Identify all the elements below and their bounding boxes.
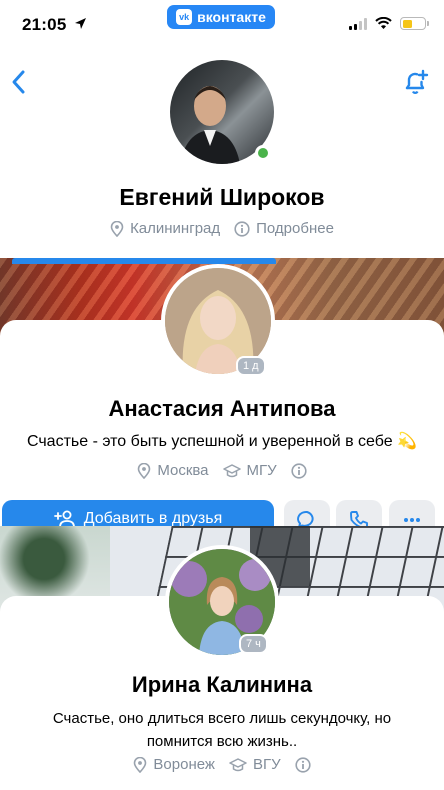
call-button[interactable]	[336, 500, 382, 526]
more-options-button[interactable]	[389, 500, 435, 526]
more-label: Подробнее	[256, 220, 334, 237]
battery-icon	[400, 17, 429, 30]
last-seen-badge: 1 д	[236, 356, 266, 376]
city-info: Калининград	[110, 220, 220, 237]
location-pin-icon	[110, 220, 124, 237]
hidden-primary-button-edge	[12, 258, 276, 264]
info-circle-icon	[234, 220, 250, 237]
more-dots-icon	[404, 518, 420, 522]
education-info: МГУ	[222, 462, 277, 479]
online-indicator	[255, 145, 271, 161]
last-seen-badge: 7 ч	[239, 634, 268, 654]
more-info-link[interactable]	[291, 462, 307, 479]
back-chevron-icon[interactable]	[8, 68, 30, 96]
city-label: Калининград	[130, 220, 221, 237]
location-pin-icon	[138, 462, 151, 479]
cellular-signal-icon	[349, 17, 367, 30]
university-label: МГУ	[246, 462, 277, 479]
graduation-cap-icon	[222, 463, 241, 477]
bell-plus-icon[interactable]	[402, 68, 430, 96]
status-bar: 21:05 vk вконтакте	[0, 0, 444, 48]
info-circle-icon	[294, 756, 311, 773]
message-bubble-icon	[297, 510, 314, 526]
profile-name: Евгений Широков	[119, 184, 325, 210]
city-info: Москва	[137, 462, 209, 479]
add-friend-label: Добавить в друзья	[83, 510, 223, 526]
profile-status: Счастье, оно длиться всего лишь секундоч…	[52, 710, 392, 750]
location-pin-icon	[134, 756, 147, 773]
city-label: Москва	[157, 462, 209, 479]
more-info-link[interactable]: Подробнее	[234, 220, 334, 237]
graduation-cap-icon	[229, 757, 247, 771]
wifi-icon	[375, 17, 392, 29]
city-label: Воронеж	[153, 756, 215, 773]
profile-meta: Москва МГУ	[0, 462, 444, 479]
profile-name: Анастасия Антипова	[108, 396, 336, 421]
vk-logo-icon: vk	[176, 9, 193, 25]
profile-actions: Добавить в друзья	[0, 500, 444, 526]
location-arrow-icon	[75, 18, 86, 29]
education-info: ВГУ	[229, 756, 281, 773]
profile-meta: Воронеж ВГУ	[0, 756, 444, 773]
vk-app-label: вконтакте	[197, 9, 266, 25]
university-label: ВГУ	[252, 756, 281, 773]
profile-name: Ирина Калинина	[131, 672, 313, 697]
add-user-icon	[53, 510, 75, 526]
profile-meta: Калининград Подробнее	[0, 220, 444, 237]
profile-status: Счастье - это быть успешной и уверенной …	[26, 433, 418, 450]
status-time: 21:05	[22, 15, 67, 34]
city-info: Воронеж	[133, 756, 215, 773]
info-circle-icon	[291, 462, 307, 479]
message-button[interactable]	[284, 500, 330, 526]
phone-icon	[350, 511, 368, 526]
add-friend-button[interactable]: Добавить в друзья	[2, 500, 274, 526]
vk-app-pill[interactable]: vk вконтакте	[167, 5, 275, 29]
more-info-link[interactable]	[294, 756, 311, 773]
